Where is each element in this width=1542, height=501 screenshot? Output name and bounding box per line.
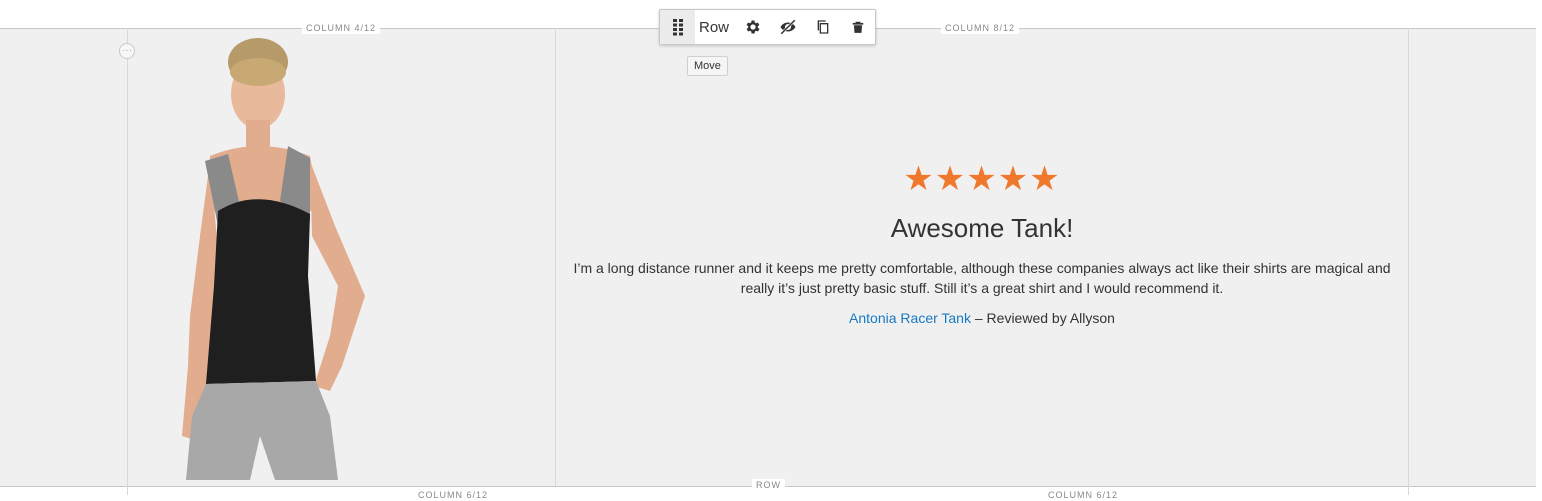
product-image <box>182 38 365 480</box>
product-link[interactable]: Antonia Racer Tank <box>849 310 971 326</box>
column-divider <box>1408 28 1409 495</box>
reviewer-name: – Reviewed by Allyson <box>970 310 1115 326</box>
column-label-bottom-right: COLUMN 6/12 <box>1044 489 1123 501</box>
rating-stars: ★★★★★ <box>903 160 1061 198</box>
drag-handle-icon <box>672 19 683 36</box>
hide-button[interactable] <box>770 10 805 44</box>
duplicate-button[interactable] <box>805 10 840 44</box>
copy-icon <box>817 20 828 34</box>
row-toolbar: Row <box>659 9 876 45</box>
move-tooltip: Move <box>687 56 728 76</box>
review-attribution: Antonia Racer Tank – Reviewed by Allyson <box>556 308 1408 328</box>
column-divider <box>127 28 128 495</box>
column-options-handle[interactable]: ··· <box>119 43 135 59</box>
row-label: ROW <box>752 479 785 491</box>
column-label-bottom-left: COLUMN 6/12 <box>414 489 493 501</box>
toolbar-title: Row <box>699 18 730 36</box>
trash-icon <box>852 21 863 33</box>
column-label-right: COLUMN 8/12 <box>941 22 1020 34</box>
review-title: Awesome Tank! <box>890 213 1074 243</box>
remove-button[interactable] <box>840 10 875 44</box>
review-text: I’m a long distance runner and it keeps … <box>573 260 1391 296</box>
gear-icon <box>746 20 760 34</box>
settings-button[interactable] <box>735 10 770 44</box>
review-block: ★★★★★ Awesome Tank! I’m a long distance … <box>556 160 1408 328</box>
move-button[interactable] <box>660 10 695 44</box>
column-label-left: COLUMN 4/12 <box>302 22 381 34</box>
eye-slash-icon <box>779 19 796 35</box>
